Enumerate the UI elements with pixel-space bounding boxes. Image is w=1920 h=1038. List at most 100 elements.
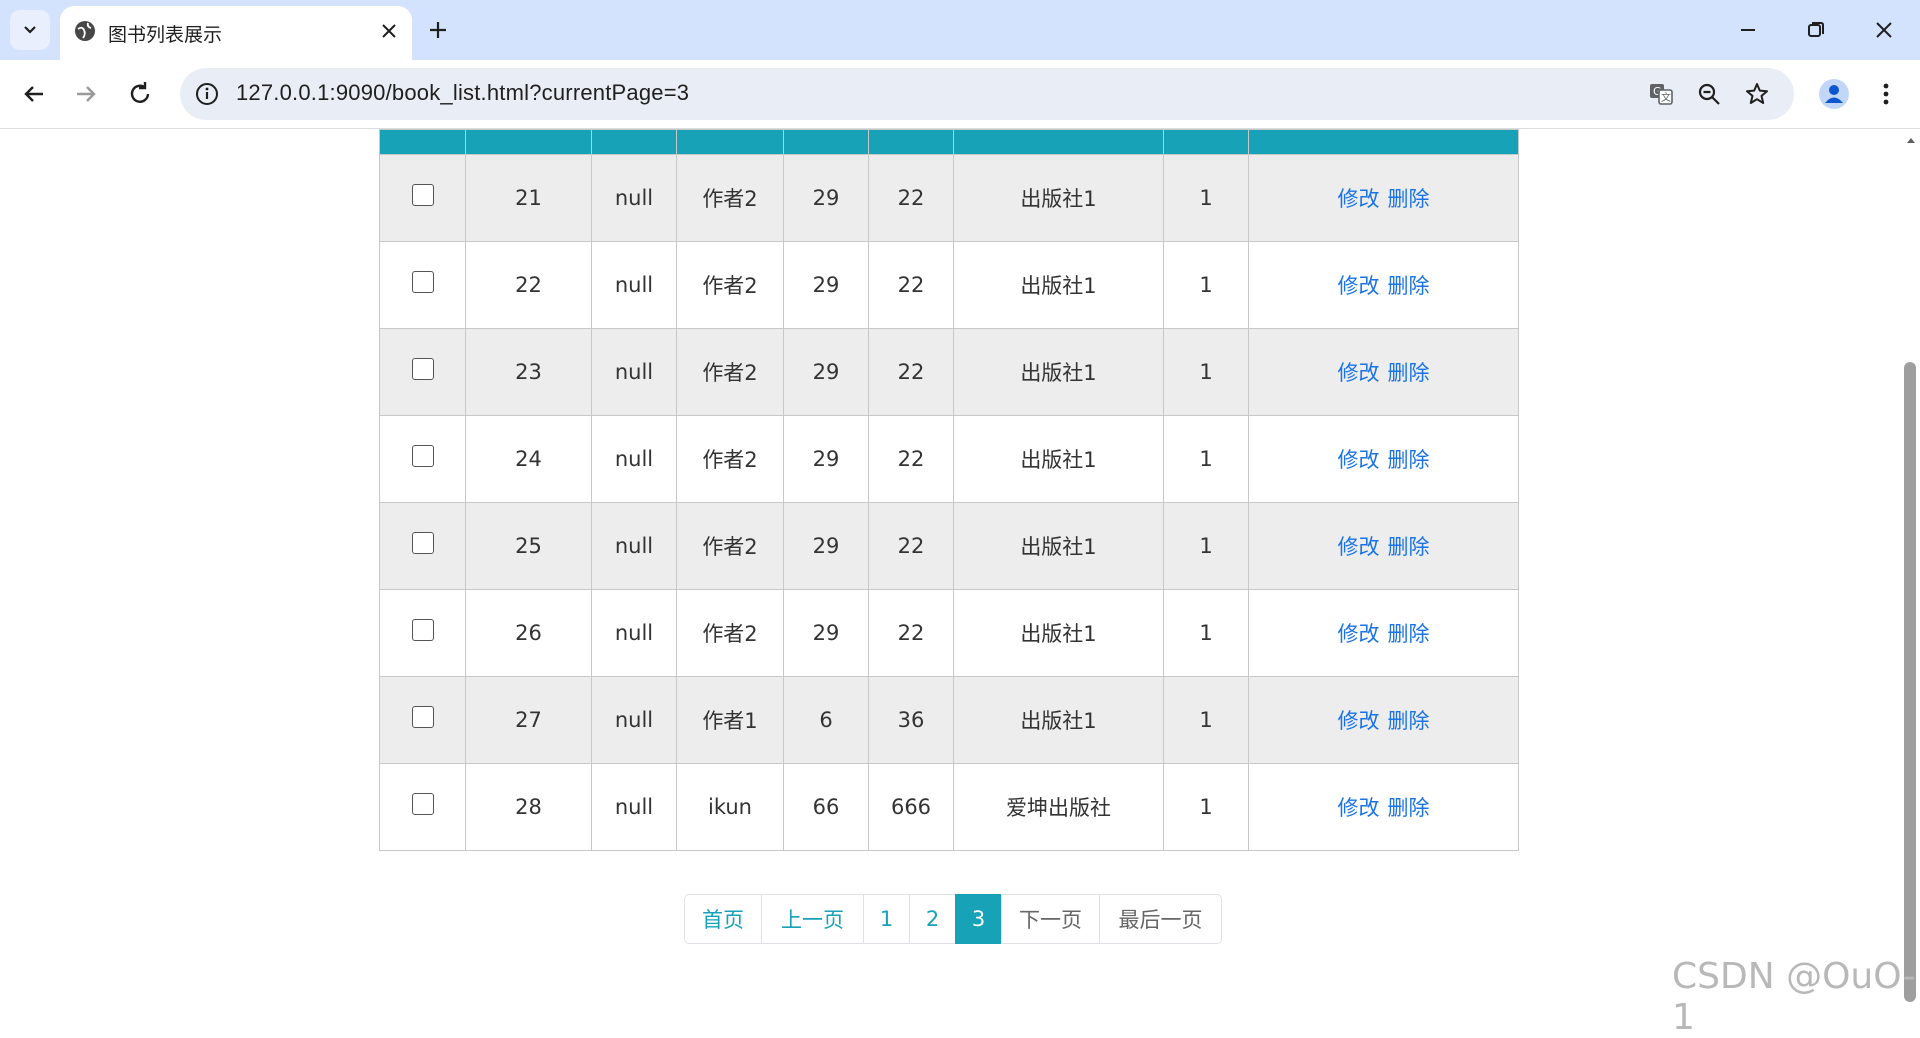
- reload-icon[interactable]: [124, 78, 156, 110]
- name-cell: null: [591, 589, 677, 677]
- actions-cell: 修改 删除: [1248, 676, 1519, 764]
- price-cell: 22: [868, 154, 954, 242]
- edit-link[interactable]: 修改: [1338, 535, 1380, 559]
- author-cell: 作者2: [676, 241, 784, 329]
- translate-icon[interactable]: G 文: [1648, 81, 1674, 107]
- delete-link[interactable]: 删除: [1388, 361, 1430, 385]
- scrollbar-thumb[interactable]: [1904, 362, 1916, 1002]
- actions-cell: 修改 删除: [1248, 154, 1519, 242]
- forward-arrow-icon[interactable]: [70, 78, 102, 110]
- bookmark-star-icon[interactable]: [1744, 81, 1770, 107]
- name-cell: null: [591, 676, 677, 764]
- row-checkbox[interactable]: [411, 532, 434, 554]
- count-cell: 66: [783, 763, 869, 851]
- close-window-icon[interactable]: [1870, 16, 1898, 44]
- publisher-cell: 出版社1: [953, 328, 1164, 416]
- header-cell: [1248, 129, 1519, 155]
- publisher-cell: 出版社1: [953, 415, 1164, 503]
- header-cell: [676, 129, 784, 155]
- browser-tab[interactable]: 图书列表展示: [60, 6, 412, 60]
- author-cell: 作者2: [676, 154, 784, 242]
- scroll-up-arrow-icon[interactable]: [1906, 135, 1916, 145]
- count-cell: 29: [783, 154, 869, 242]
- price-cell: 22: [868, 589, 954, 677]
- delete-link[interactable]: 删除: [1388, 796, 1430, 820]
- select-cell: [379, 676, 466, 764]
- author-cell: 作者1: [676, 676, 784, 764]
- row-checkbox[interactable]: [411, 184, 434, 206]
- page-button-3-active[interactable]: 3: [955, 894, 1002, 944]
- table-row: 22 null 作者2 29 22 出版社1 1 修改 删除: [379, 241, 1519, 329]
- status-cell: 1: [1163, 502, 1249, 590]
- page-button-1[interactable]: 1: [863, 894, 910, 944]
- browser-toolbar: 127.0.0.1:9090/book_list.html?currentPag…: [0, 60, 1920, 129]
- site-info-icon[interactable]: [194, 81, 220, 107]
- address-bar[interactable]: 127.0.0.1:9090/book_list.html?currentPag…: [180, 68, 1794, 120]
- row-checkbox[interactable]: [411, 271, 434, 293]
- pagination: 首页 上一页 1 2 3 下一页 最后一页: [684, 894, 1222, 944]
- profile-avatar-icon[interactable]: [1818, 78, 1850, 110]
- delete-link[interactable]: 删除: [1388, 274, 1430, 298]
- id-cell: 23: [465, 328, 592, 416]
- last-page-button[interactable]: 最后一页: [1099, 894, 1222, 944]
- table-row: 25 null 作者2 29 22 出版社1 1 修改 删除: [379, 502, 1519, 590]
- table-header: [379, 129, 1519, 155]
- status-cell: 1: [1163, 676, 1249, 764]
- row-checkbox[interactable]: [411, 358, 434, 380]
- select-cell: [379, 415, 466, 503]
- publisher-cell: 出版社1: [953, 241, 1164, 329]
- row-checkbox[interactable]: [411, 445, 434, 467]
- delete-link[interactable]: 删除: [1388, 709, 1430, 733]
- row-checkbox[interactable]: [411, 793, 434, 815]
- id-cell: 28: [465, 763, 592, 851]
- page-button-2[interactable]: 2: [909, 894, 956, 944]
- publisher-cell: 出版社1: [953, 154, 1164, 242]
- price-cell: 22: [868, 415, 954, 503]
- row-checkbox[interactable]: [411, 706, 434, 728]
- name-cell: null: [591, 328, 677, 416]
- edit-link[interactable]: 修改: [1338, 622, 1380, 646]
- delete-link[interactable]: 删除: [1388, 622, 1430, 646]
- url-text[interactable]: 127.0.0.1:9090/book_list.html?currentPag…: [236, 80, 689, 106]
- edit-link[interactable]: 修改: [1338, 361, 1380, 385]
- tab-search-button[interactable]: [10, 10, 50, 50]
- table-row: 21 null 作者2 29 22 出版社1 1 修改 删除: [379, 154, 1519, 242]
- next-page-button[interactable]: 下一页: [1001, 894, 1100, 944]
- price-cell: 22: [868, 328, 954, 416]
- publisher-cell: 出版社1: [953, 502, 1164, 590]
- header-cell: [868, 129, 954, 155]
- table-row: 23 null 作者2 29 22 出版社1 1 修改 删除: [379, 328, 1519, 416]
- row-checkbox[interactable]: [411, 619, 434, 641]
- table-row: 27 null 作者1 6 36 出版社1 1 修改 删除: [379, 676, 1519, 764]
- edit-link[interactable]: 修改: [1338, 709, 1380, 733]
- back-arrow-icon[interactable]: [18, 78, 50, 110]
- delete-link[interactable]: 删除: [1388, 535, 1430, 559]
- status-cell: 1: [1163, 763, 1249, 851]
- more-menu-icon[interactable]: [1872, 78, 1900, 110]
- minimize-icon[interactable]: [1734, 16, 1762, 44]
- edit-link[interactable]: 修改: [1338, 274, 1380, 298]
- id-cell: 27: [465, 676, 592, 764]
- author-cell: 作者2: [676, 415, 784, 503]
- name-cell: null: [591, 763, 677, 851]
- close-tab-icon[interactable]: [378, 20, 400, 42]
- zoom-out-icon[interactable]: [1696, 81, 1722, 107]
- edit-link[interactable]: 修改: [1338, 187, 1380, 211]
- restore-icon[interactable]: [1802, 16, 1830, 44]
- name-cell: null: [591, 241, 677, 329]
- prev-page-button[interactable]: 上一页: [761, 894, 864, 944]
- delete-link[interactable]: 删除: [1388, 448, 1430, 472]
- edit-link[interactable]: 修改: [1338, 796, 1380, 820]
- select-cell: [379, 241, 466, 329]
- name-cell: null: [591, 415, 677, 503]
- edit-link[interactable]: 修改: [1338, 448, 1380, 472]
- select-cell: [379, 154, 466, 242]
- publisher-cell: 出版社1: [953, 676, 1164, 764]
- new-tab-icon[interactable]: [424, 16, 452, 44]
- header-cell: [591, 129, 677, 155]
- watermark: CSDN @OuO-1: [1672, 956, 1916, 1038]
- first-page-button[interactable]: 首页: [684, 894, 762, 944]
- delete-link[interactable]: 删除: [1388, 187, 1430, 211]
- header-cell: [783, 129, 869, 155]
- table-row: 24 null 作者2 29 22 出版社1 1 修改 删除: [379, 415, 1519, 503]
